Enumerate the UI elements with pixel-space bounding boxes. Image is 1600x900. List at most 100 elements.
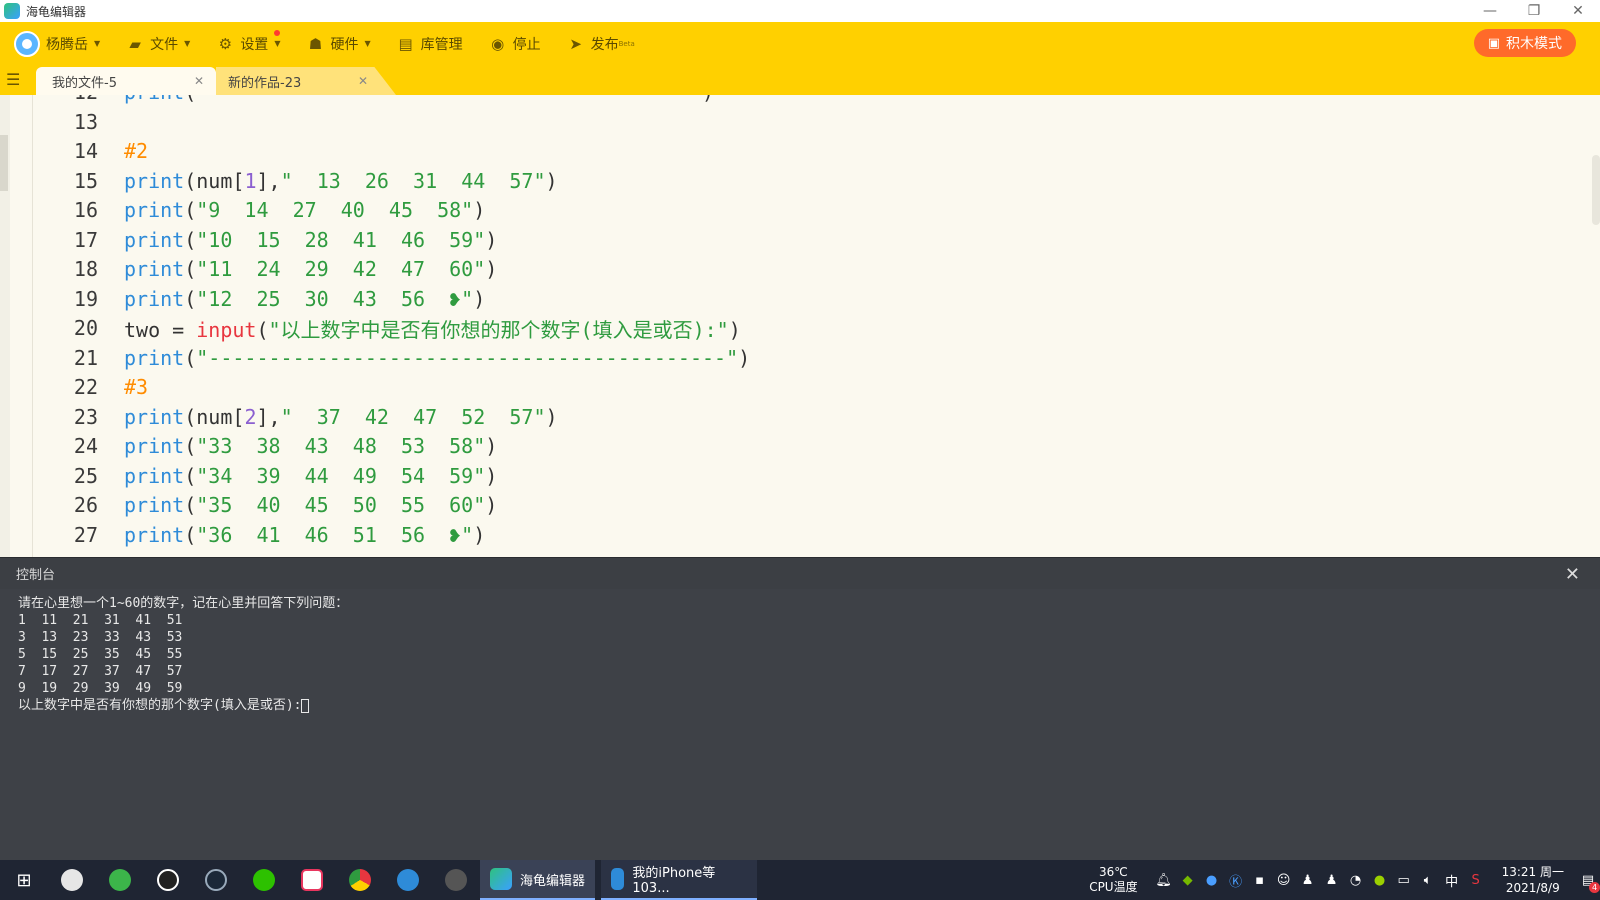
- code-token: ): [545, 404, 558, 429]
- user-menu[interactable]: 杨腾岳 ▼: [4, 22, 110, 65]
- network-icon[interactable]: ▭: [1392, 860, 1416, 900]
- code-line[interactable]: 16 print("9 14 27 40 45 58"): [0, 195, 485, 225]
- code-line[interactable]: 20 two = input("以上数字中是否有你想的那个数字(填入是或否):"): [0, 313, 741, 343]
- code-line[interactable]: 12 print( ): [0, 95, 714, 107]
- steam-icon[interactable]: [192, 860, 240, 900]
- code-text: #2: [124, 139, 148, 163]
- bluetooth-icon[interactable]: ●: [1200, 860, 1224, 900]
- settings-menu[interactable]: ⚙ 设置 ▼: [206, 22, 290, 65]
- beta-badge: Beta: [618, 39, 635, 48]
- window-title: 海龟编辑器: [26, 4, 87, 19]
- tab-new-work-23[interactable]: 新的作品-23 ✕: [216, 67, 396, 95]
- code-line[interactable]: 15 print(num[1]," 13 26 31 44 57"): [0, 166, 558, 196]
- code-line[interactable]: 13: [0, 107, 98, 137]
- library-button[interactable]: ▤ 库管理: [387, 22, 473, 65]
- block-mode-label: 积木模式: [1506, 36, 1562, 52]
- youku-icon[interactable]: [288, 860, 336, 900]
- remote-icon[interactable]: [432, 860, 480, 900]
- qq-icon[interactable]: [144, 860, 192, 900]
- browser-icon[interactable]: [96, 860, 144, 900]
- cpu-temperature[interactable]: 36℃ CPU温度: [1089, 865, 1137, 895]
- qq-tray-icon-2[interactable]: ♟: [1320, 860, 1344, 900]
- nvidia-icon[interactable]: ◆: [1176, 860, 1200, 900]
- code-token: (: [184, 286, 197, 311]
- code-token: ): [485, 434, 498, 458]
- wechat-icon[interactable]: [240, 860, 288, 900]
- sogou-icon[interactable]: S: [1464, 860, 1488, 900]
- code-token: "36 41 46 51 56 ❥": [196, 522, 474, 547]
- console-line-text: 3 13 23 33 43 53: [18, 630, 183, 645]
- hamburger-menu-icon[interactable]: ☰: [6, 70, 26, 90]
- code-token: "33 38 43 48 53 58": [196, 434, 486, 458]
- code-text: two = input("以上数字中是否有你想的那个数字(填入是或否):"): [124, 314, 741, 343]
- code-line[interactable]: 24 print("33 38 43 48 53 58"): [0, 431, 497, 461]
- notification-badge: 4: [1589, 882, 1600, 893]
- close-tab-icon[interactable]: ✕: [194, 74, 204, 88]
- user-name: 杨腾岳: [46, 36, 88, 53]
- gear-icon: ⚙: [218, 34, 233, 53]
- ime-indicator[interactable]: 中: [1440, 860, 1464, 900]
- code-token: (: [184, 522, 197, 547]
- main-toolbar: 杨腾岳 ▼ ▰ 文件 ▼ ⚙ 设置 ▼ ☗ 硬件 ▼ ▤ 库管理 ◉ 停止 ➤ …: [0, 22, 1600, 65]
- code-line[interactable]: 21 print("-------------------------------…: [0, 343, 750, 373]
- code-line[interactable]: 26 print("35 40 45 50 55 60"): [0, 490, 497, 520]
- tab-my-file-5[interactable]: 我的文件-5 ✕: [36, 67, 216, 95]
- volume-icon[interactable]: 🔈︎: [1416, 860, 1440, 900]
- publish-button[interactable]: ➤ 发布 Beta: [557, 22, 645, 65]
- code-token: two =: [124, 317, 197, 342]
- restore-icon[interactable]: ❐: [1512, 0, 1556, 22]
- block-mode-button[interactable]: ▣ 积木模式: [1473, 29, 1576, 57]
- file-menu[interactable]: ▰ 文件 ▼: [116, 22, 200, 65]
- qq-tray-icon[interactable]: ♟: [1296, 860, 1320, 900]
- people-icon[interactable]: ☺: [1272, 860, 1296, 900]
- code-token: print: [124, 493, 185, 517]
- code-token: "34 39 44 49 54 59": [196, 463, 486, 488]
- close-window-icon[interactable]: ✕: [1556, 0, 1600, 22]
- code-token: ): [473, 522, 486, 547]
- code-token: (: [184, 463, 197, 488]
- code-line[interactable]: 25 print("34 39 44 49 54 59"): [0, 461, 497, 491]
- green-app-icon[interactable]: ●: [1368, 860, 1392, 900]
- app-launcher-icon[interactable]: [48, 860, 96, 900]
- console-line: 3 13 23 33 43 53: [18, 629, 1600, 646]
- code-token: ): [545, 168, 558, 193]
- taskbar-app-turtle-editor[interactable]: 海龟编辑器: [480, 860, 596, 900]
- code-line[interactable]: 22 #3: [0, 372, 148, 402]
- minimize-icon[interactable]: —: [1468, 0, 1512, 22]
- close-tab-icon[interactable]: ✕: [358, 74, 368, 88]
- vertical-scrollbar[interactable]: [1592, 155, 1600, 225]
- line-number: 13: [73, 109, 98, 134]
- k-app-icon[interactable]: Ⓚ: [1224, 860, 1248, 900]
- code-token: print: [124, 434, 185, 458]
- code-token: "9 14 27 40 45 58": [196, 198, 474, 222]
- code-line[interactable]: 14 #2: [0, 136, 148, 166]
- stop-toolbar-button[interactable]: ◉ 停止: [479, 22, 551, 65]
- code-line[interactable]: 19 print("12 25 30 43 56 ❥"): [0, 284, 485, 314]
- console-line: 请在心里想一个1~60的数字，记在心里并回答下列问题：: [18, 595, 1600, 612]
- code-editor[interactable]: 停止 12print( )1314#215print(num[1]," 13 2…: [0, 95, 1600, 557]
- chat-icon[interactable]: ▪: [1248, 860, 1272, 900]
- code-line[interactable]: 17 print("10 15 28 41 46 59"): [0, 225, 497, 255]
- notification-center-icon[interactable]: ▤ 4: [1576, 860, 1600, 900]
- taskbar-app-iphone[interactable]: 我的iPhone等103...: [601, 860, 758, 900]
- close-console-icon[interactable]: ✕: [1565, 564, 1580, 585]
- code-token: print: [124, 463, 185, 488]
- windows-start-icon[interactable]: ⊞: [0, 860, 48, 900]
- hardware-menu[interactable]: ☗ 硬件 ▼: [296, 22, 380, 65]
- code-token: print: [124, 404, 185, 429]
- code-line[interactable]: 18 print("11 24 29 42 47 60"): [0, 254, 497, 284]
- console-output[interactable]: 请在心里想一个1~60的数字，记在心里并回答下列问题： 1 11 21 31 41…: [0, 589, 1600, 860]
- code-token: (: [256, 317, 269, 342]
- code-token: (: [184, 227, 197, 252]
- folder-icon: ▰: [129, 34, 141, 53]
- code-token: #3: [124, 375, 149, 399]
- code-text: print( ): [124, 95, 714, 104]
- code-token: ): [485, 463, 498, 488]
- wifi-icon[interactable]: ◔: [1344, 860, 1368, 900]
- code-line[interactable]: 27 print("36 41 46 51 56 ❥"): [0, 520, 485, 550]
- iu-app-icon[interactable]: [384, 860, 432, 900]
- code-line[interactable]: 23 print(num[2]," 37 42 47 52 57"): [0, 402, 558, 432]
- clock[interactable]: 13:21 周一 2021/8/9: [1502, 864, 1564, 896]
- chrome-icon[interactable]: [336, 860, 384, 900]
- bell-icon[interactable]: 🔔︎: [1152, 860, 1176, 900]
